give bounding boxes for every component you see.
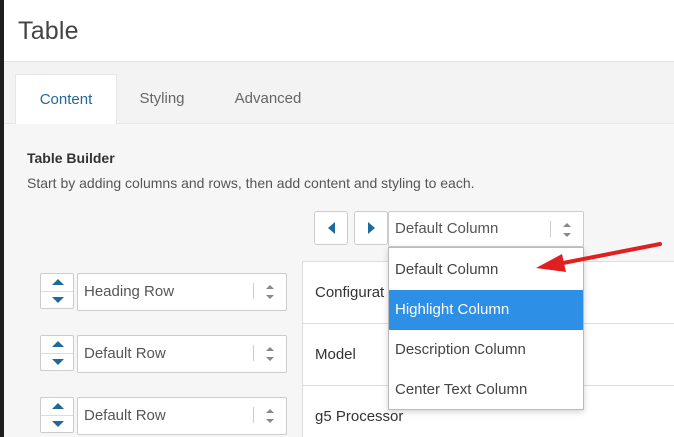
prev-column-icon <box>327 222 335 234</box>
dropdown-option-center-text-column[interactable]: Center Text Column <box>389 370 583 409</box>
next-column-button[interactable] <box>354 211 388 245</box>
move-down-icon[interactable] <box>52 297 64 303</box>
tab-advanced[interactable]: Advanced <box>219 74 317 124</box>
updown-icon <box>266 409 274 423</box>
select-divider <box>253 407 254 423</box>
row-type-select[interactable]: Heading Row <box>77 273 287 311</box>
move-up-icon[interactable] <box>52 341 64 347</box>
row-type-value: Default Row <box>84 407 166 424</box>
move-up-icon[interactable] <box>52 279 64 285</box>
mover-divider <box>41 291 73 292</box>
row-type-value: Heading Row <box>84 283 175 300</box>
move-row-control[interactable] <box>40 397 74 433</box>
tab-content[interactable]: Content <box>15 74 117 125</box>
updown-icon <box>266 347 274 361</box>
annotation-arrow-icon <box>536 242 662 272</box>
move-down-icon[interactable] <box>52 359 64 365</box>
dropdown-option-highlight-column[interactable]: Highlight Column <box>389 290 583 330</box>
prev-column-button[interactable] <box>314 211 348 245</box>
updown-icon <box>563 223 571 237</box>
move-row-control[interactable] <box>40 335 74 371</box>
move-up-icon[interactable] <box>52 403 64 409</box>
row-type-select[interactable]: Default Row <box>77 397 287 435</box>
modal-header: Table <box>4 0 674 62</box>
select-divider <box>253 283 254 299</box>
select-divider <box>253 345 254 361</box>
dropdown-option-description-column[interactable]: Description Column <box>389 330 583 370</box>
column-type-value: Default Column <box>395 220 499 237</box>
tab-styling[interactable]: Styling <box>121 74 203 124</box>
next-column-icon <box>367 222 375 234</box>
cell-text: g5 Processor <box>315 408 404 425</box>
mover-divider <box>41 415 73 416</box>
move-down-icon[interactable] <box>52 421 64 427</box>
select-divider <box>550 221 551 237</box>
mover-divider <box>41 353 73 354</box>
row-type-value: Default Row <box>84 345 166 362</box>
tab-bar: Content Styling Advanced <box>4 62 674 125</box>
updown-icon <box>266 285 274 299</box>
table-builder-title: Table Builder <box>27 150 115 166</box>
page-title: Table <box>18 17 79 45</box>
row-type-select[interactable]: Default Row <box>77 335 287 373</box>
cell-text: Configurat <box>315 284 385 301</box>
move-row-control[interactable] <box>40 273 74 309</box>
table-builder-description: Start by adding columns and rows, then a… <box>27 175 475 191</box>
cell-text: Model <box>315 346 356 363</box>
